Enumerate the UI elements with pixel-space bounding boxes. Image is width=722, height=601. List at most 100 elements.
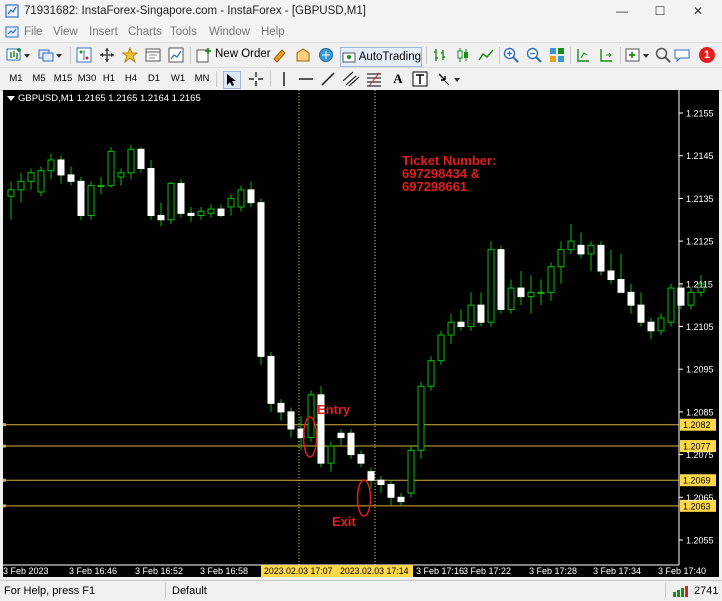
candle — [77, 177, 85, 220]
candle — [467, 292, 475, 331]
bar-chart-icon[interactable] — [432, 47, 448, 63]
terminal-window-icon[interactable] — [145, 47, 161, 63]
zoom-out-icon[interactable] — [526, 47, 542, 63]
candle — [197, 206, 205, 220]
zoom-in-icon[interactable] — [503, 47, 519, 63]
app-icon — [5, 4, 19, 18]
price-label: 1.2075 — [686, 450, 714, 460]
candle — [507, 279, 515, 314]
menu-window[interactable]: Window — [209, 26, 250, 38]
connection-status-icon[interactable] — [673, 585, 691, 600]
candle-body-bull — [17, 180, 25, 191]
candle-body-bear — [647, 321, 655, 332]
strategy-tester-icon[interactable] — [168, 47, 184, 63]
price-label: 1.2145 — [686, 151, 714, 161]
minimize-button[interactable]: — — [604, 2, 640, 20]
timeframe-h1[interactable]: H1 — [100, 71, 118, 86]
auto-scroll-icon[interactable] — [598, 47, 614, 63]
new-order-icon[interactable] — [196, 47, 212, 63]
cursor-tool-icon[interactable] — [223, 71, 241, 89]
candle-body-bear — [267, 355, 275, 404]
notifications-badge[interactable]: 1 — [698, 46, 716, 64]
fibonacci-icon[interactable] — [366, 71, 382, 87]
price-chart[interactable]: 1.2082 1.2077 1.2069 1.2063 1.2155 1.2145 1.2… — [3, 90, 719, 577]
candle-body-bull — [167, 182, 175, 221]
search-icon[interactable] — [655, 47, 671, 63]
candle — [27, 168, 35, 190]
price-label: 1.2105 — [686, 322, 714, 332]
candle-body-bear — [397, 496, 405, 503]
timeframe-m5[interactable]: M5 — [29, 71, 49, 86]
new-order-button[interactable]: New Order — [215, 48, 271, 60]
menu-file[interactable]: File — [24, 26, 43, 38]
chat-icon[interactable] — [674, 47, 690, 63]
timeframe-h4[interactable]: H4 — [122, 71, 140, 86]
signals-icon[interactable] — [318, 47, 334, 63]
indicators-button[interactable] — [625, 47, 651, 63]
equidistant-channel-icon[interactable] — [342, 71, 360, 87]
time-label: 3 Feb 16:46 — [69, 566, 117, 576]
new-chart-button[interactable] — [6, 47, 32, 63]
toolbar-divider — [570, 47, 571, 64]
text-tool-icon[interactable]: A — [390, 71, 406, 87]
candle — [497, 245, 505, 314]
candle — [147, 159, 155, 220]
timeframe-w1[interactable]: W1 — [168, 71, 188, 86]
candle-body-bear — [627, 291, 635, 306]
text-label-icon[interactable] — [412, 71, 428, 87]
market-watch-icon[interactable] — [76, 47, 92, 63]
candle — [537, 279, 545, 306]
level-tag-label: 1.2063 — [683, 501, 711, 511]
close-button[interactable]: ✕ — [680, 2, 716, 20]
candle-body-bull — [327, 445, 335, 464]
horizontal-line-icon[interactable] — [298, 71, 314, 87]
level-tag-label: 1.2082 — [683, 420, 711, 430]
chart-window-icon[interactable] — [5, 25, 19, 39]
autotrading-button[interactable]: AutoTrading — [340, 47, 422, 67]
menu-bar: File View Insert Charts Tools Window Hel… — [0, 22, 722, 42]
candle-body-bear — [477, 304, 485, 323]
candle-body-bear — [517, 287, 525, 298]
candle — [527, 275, 535, 314]
timeframe-d1[interactable]: D1 — [145, 71, 163, 86]
line-chart-icon[interactable] — [478, 47, 494, 63]
time-label: 3 Feb 17:28 — [529, 566, 577, 576]
chart-shift-icon[interactable] — [575, 47, 591, 63]
candle-body-bull — [237, 189, 245, 208]
arrows-dropdown[interactable] — [436, 71, 464, 87]
candle-body-bull — [407, 449, 415, 494]
candle — [447, 313, 455, 344]
candle — [347, 428, 355, 459]
timeframe-m15[interactable]: M15 — [52, 71, 74, 86]
menu-tools[interactable]: Tools — [170, 26, 197, 38]
menu-view[interactable]: View — [53, 26, 78, 38]
timeframe-m30[interactable]: M30 — [76, 71, 98, 86]
crosshair-icon[interactable] — [248, 71, 264, 87]
toolbar-divider — [270, 71, 271, 87]
candle — [117, 168, 125, 186]
candle — [567, 224, 575, 254]
menu-charts[interactable]: Charts — [128, 26, 162, 38]
candle — [407, 446, 415, 498]
market-icon[interactable] — [295, 47, 311, 63]
timeframe-m1[interactable]: M1 — [6, 71, 26, 86]
candlestick-chart-icon[interactable] — [455, 47, 471, 63]
timeframe-mn[interactable]: MN — [191, 71, 213, 86]
candle-body-bull — [47, 159, 55, 172]
maximize-button[interactable]: ☐ — [642, 2, 678, 20]
candle — [687, 288, 695, 310]
level-handle — [3, 504, 6, 508]
vertical-line-icon[interactable] — [276, 71, 292, 87]
candle — [457, 309, 465, 331]
menu-help[interactable]: Help — [261, 26, 285, 38]
candle — [137, 147, 145, 173]
tile-windows-icon[interactable] — [549, 47, 565, 63]
candle — [637, 292, 645, 327]
candle-body-bull — [87, 185, 95, 216]
trendline-icon[interactable] — [320, 71, 336, 87]
profiles-button[interactable] — [38, 47, 64, 63]
menu-insert[interactable]: Insert — [89, 26, 118, 38]
favorites-star-icon[interactable] — [122, 47, 138, 63]
crosshair-navigator-icon[interactable] — [99, 47, 115, 63]
metaeditor-icon[interactable] — [272, 47, 288, 63]
